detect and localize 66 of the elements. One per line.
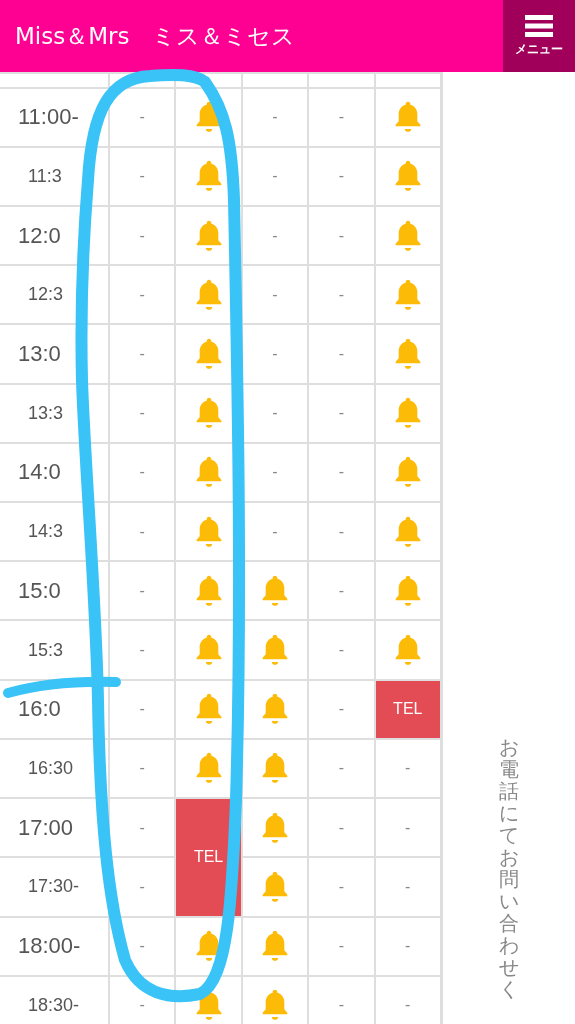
unavailable-mark: - (338, 463, 345, 481)
time-label: 15:3 (28, 639, 64, 660)
unavailable-mark: - (272, 108, 278, 126)
time-label: 18:00- (18, 933, 81, 959)
unavailable-mark: - (139, 226, 145, 244)
unavailable-mark: - (338, 108, 345, 126)
time-label: 17:30- (28, 876, 80, 897)
time-label: 12:3 (28, 284, 64, 305)
unavailable-mark: - (338, 285, 345, 303)
unavailable-mark: - (338, 937, 345, 955)
unavailable-mark: - (405, 877, 411, 895)
unavailable-mark: - (139, 108, 145, 126)
time-label: 14:3 (28, 521, 64, 542)
unavailable-mark: - (405, 818, 411, 836)
time-label: 13:3 (28, 402, 64, 423)
unavailable-mark: - (338, 641, 345, 659)
unavailable-mark: - (139, 700, 145, 718)
unavailable-mark: - (139, 877, 145, 895)
time-label: 11:00- (18, 104, 79, 130)
unavailable-mark: - (272, 167, 278, 185)
time-label: 14:0 (18, 459, 61, 485)
unavailable-mark: - (272, 345, 278, 363)
side-note: お電話にてお問い合わせく (499, 736, 519, 1003)
unavailable-mark: - (272, 463, 278, 481)
time-label: 11:3 (28, 165, 62, 186)
unavailable-mark: - (405, 759, 411, 777)
unavailable-mark: - (338, 167, 345, 185)
time-label: 17:00 (18, 814, 74, 840)
unavailable-mark: - (338, 581, 345, 599)
unavailable-mark: - (139, 285, 145, 303)
unavailable-mark: - (139, 937, 145, 955)
unavailable-mark: - (338, 759, 345, 777)
menu-icon (525, 14, 553, 37)
unavailable-mark: - (338, 404, 345, 422)
unavailable-mark: - (338, 226, 345, 244)
time-label: 18:30- (28, 994, 80, 1015)
time-label: 13:0 (18, 341, 61, 367)
unavailable-mark: - (405, 937, 411, 955)
unavailable-mark: - (139, 818, 145, 836)
unavailable-mark: - (139, 996, 145, 1014)
unavailable-mark: - (272, 285, 278, 303)
unavailable-mark: - (139, 759, 145, 777)
unavailable-mark: - (139, 345, 145, 363)
unavailable-mark: - (338, 522, 345, 540)
unavailable-mark: - (405, 996, 411, 1014)
tel-slot[interactable]: TEL (374, 679, 441, 739)
unavailable-mark: - (272, 226, 278, 244)
unavailable-mark: - (139, 167, 145, 185)
unavailable-mark: - (338, 818, 345, 836)
unavailable-mark: - (272, 522, 278, 540)
site-title: Miss＆Mrs ミス＆ミセス (14, 21, 296, 51)
unavailable-mark: - (338, 700, 345, 718)
unavailable-mark: - (139, 641, 145, 659)
unavailable-mark: - (338, 996, 345, 1014)
unavailable-mark: - (338, 877, 345, 895)
unavailable-mark: - (272, 404, 278, 422)
time-label: 15:0 (18, 577, 61, 603)
unavailable-mark: - (139, 404, 145, 422)
unavailable-mark: - (139, 522, 145, 540)
unavailable-mark: - (338, 345, 345, 363)
time-label: 16:0 (18, 696, 61, 722)
unavailable-mark: - (139, 463, 145, 481)
unavailable-mark: - (139, 581, 145, 599)
time-label: 16:30 (28, 758, 74, 778)
time-label: 12:0 (18, 222, 61, 248)
menu-button[interactable]: メニュー (503, 0, 575, 72)
